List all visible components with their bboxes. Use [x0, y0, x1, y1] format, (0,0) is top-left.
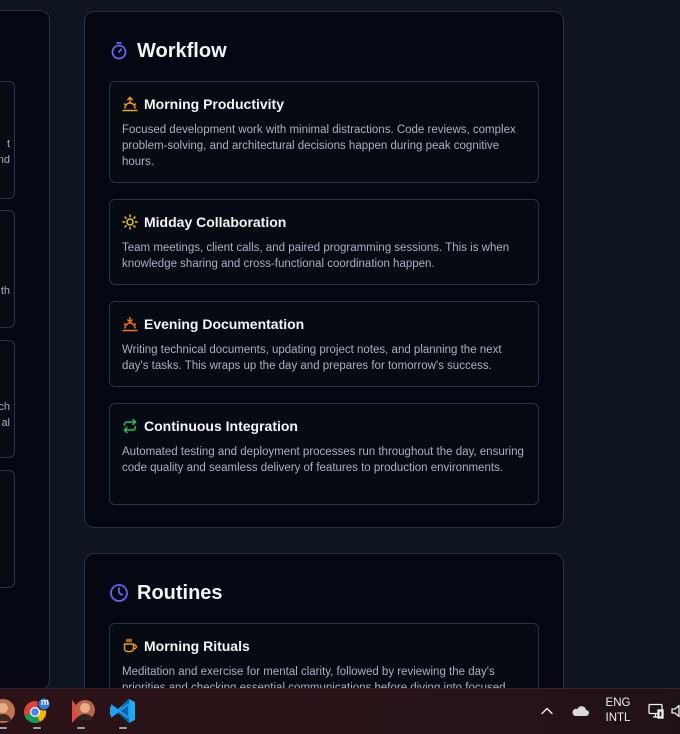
card-title: Midday Collaboration: [144, 214, 287, 230]
repeat-icon: [122, 418, 138, 434]
avatar-app-2[interactable]: [66, 696, 96, 729]
workflow-section: Workflow Morning Productivity Focused de…: [84, 11, 564, 528]
language-indicator[interactable]: ENG INTL: [600, 696, 636, 726]
avatar-app[interactable]: [0, 696, 18, 729]
onedrive-cloud-icon[interactable]: [570, 703, 590, 719]
card-description: Automated testing and deployment process…: [122, 446, 524, 474]
volume-icon[interactable]: [670, 702, 680, 720]
left-card[interactable]: ch al: [0, 340, 15, 458]
card-description: Team meetings, client calls, and paired …: [122, 242, 510, 270]
network-icon[interactable]: [647, 702, 665, 720]
left-card-text: nd: [0, 154, 10, 166]
card-title: Evening Documentation: [144, 316, 305, 332]
language-code: ENG: [605, 697, 631, 709]
routines-title: Routines: [137, 582, 223, 604]
routines-section: Routines Morning Rituals Meditation and …: [84, 553, 564, 703]
left-card[interactable]: th: [0, 210, 15, 328]
sunset-icon: [122, 316, 138, 332]
left-card-text: th: [0, 285, 10, 297]
chrome-app[interactable]: m: [22, 696, 52, 729]
workflow-card-ci[interactable]: Continuous Integration Automated testing…: [109, 403, 539, 505]
sunrise-icon: [122, 96, 138, 112]
workflow-title: Workflow: [137, 40, 227, 62]
card-title: Morning Rituals: [144, 638, 250, 654]
card-description: Writing technical documents, updating pr…: [122, 344, 502, 372]
timer-icon: [109, 41, 129, 61]
card-description: Focused development work with minimal di…: [122, 124, 516, 168]
card-title: Morning Productivity: [144, 96, 284, 112]
routines-header: Routines: [109, 581, 223, 605]
left-card[interactable]: t nd: [0, 81, 15, 199]
left-card[interactable]: [0, 470, 15, 588]
sun-icon: [122, 214, 138, 230]
workflow-card-morning[interactable]: Morning Productivity Focused development…: [109, 81, 539, 183]
clock-icon: [109, 583, 129, 603]
chrome-profile-badge: m: [41, 697, 50, 707]
card-title: Continuous Integration: [144, 418, 298, 434]
left-card-text: t: [6, 138, 10, 150]
workflow-card-evening[interactable]: Evening Documentation Writing technical …: [109, 301, 539, 387]
left-card-text: al: [1, 417, 10, 429]
taskbar: m ENG INTL: [0, 688, 680, 734]
keyboard-layout: INTL: [605, 712, 631, 724]
left-panel: t nd th ch al: [0, 10, 50, 690]
chevron-up-icon[interactable]: [539, 703, 555, 719]
left-card-text: ch: [0, 401, 10, 413]
coffee-icon: [122, 638, 138, 654]
vscode-app[interactable]: [108, 696, 138, 729]
workflow-header: Workflow: [109, 39, 227, 63]
workflow-card-midday[interactable]: Midday Collaboration Team meetings, clie…: [109, 199, 539, 285]
